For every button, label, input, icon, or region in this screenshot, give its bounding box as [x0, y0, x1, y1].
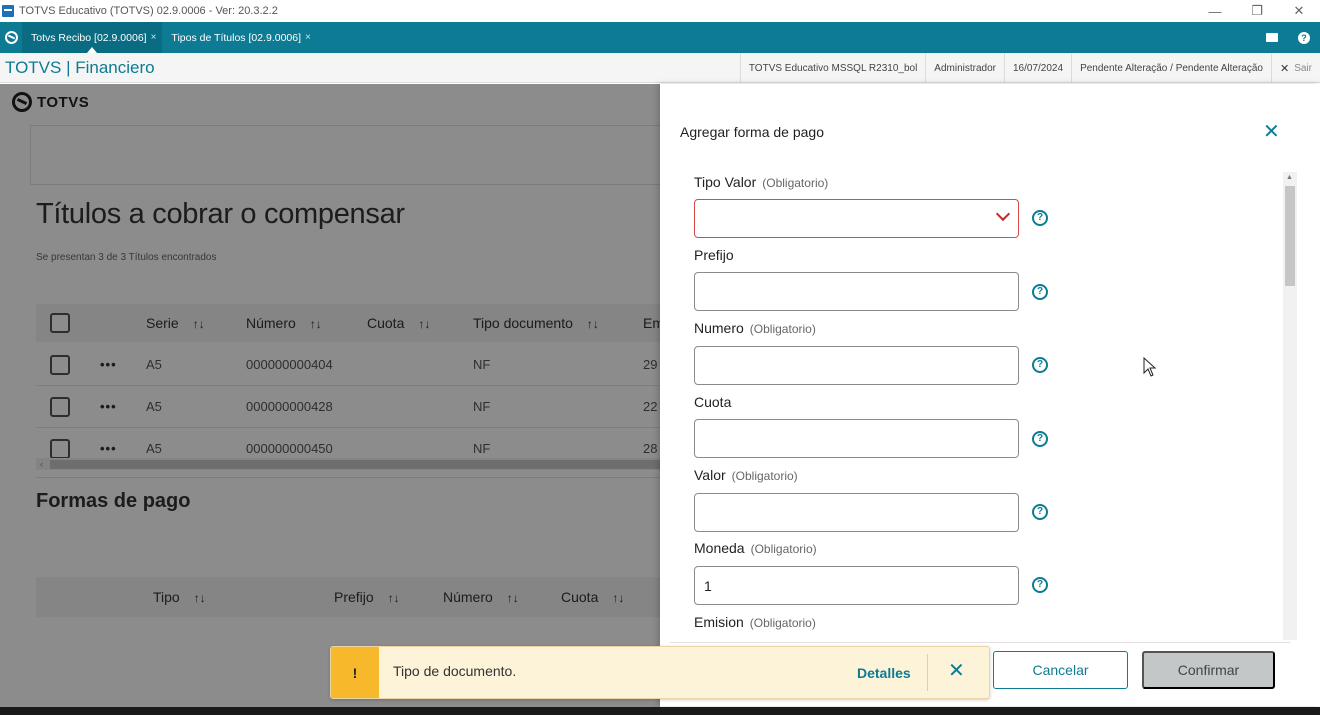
user-label: Administrador — [925, 53, 1004, 83]
label-text: Cuota — [694, 394, 732, 410]
window-title-bar: TOTVS Educativo (TOTVS) 02.9.0006 - Ver:… — [0, 0, 1320, 22]
window-close-button[interactable]: ✕ — [1278, 0, 1320, 22]
warning-toast: ! Tipo de documento. Detalles ✕ — [330, 646, 990, 699]
close-icon: ✕ — [1279, 62, 1290, 75]
help-icon[interactable]: ? — [1032, 577, 1048, 593]
divider — [927, 654, 928, 691]
module-header: TOTVS | Financiero TOTVS Educativo MSSQL… — [0, 53, 1320, 83]
session-info: TOTVS Educativo MSSQL R2310_bol Administ… — [739, 53, 1320, 83]
help-icon: ? — [1298, 31, 1310, 44]
numero-input[interactable] — [694, 346, 1019, 385]
help-icon[interactable]: ? — [1032, 284, 1048, 300]
cuota-input[interactable] — [694, 419, 1019, 458]
exit-label: Sair — [1294, 62, 1312, 74]
tipo-valor-select[interactable] — [694, 199, 1019, 238]
tab-label: Totvs Recibo [02.9.0006] — [31, 31, 147, 44]
date-label: 16/07/2024 — [1004, 53, 1071, 83]
drawer-vertical-scrollbar[interactable]: ▲ — [1283, 172, 1297, 640]
app-window: TOTVS Educativo (TOTVS) 02.9.0006 - Ver:… — [0, 0, 1320, 715]
totvs-logo-icon — [4, 31, 18, 44]
moneda-input[interactable]: 1 — [694, 566, 1019, 605]
required-tag: (Obligatorio) — [731, 469, 798, 483]
drawer-close-icon[interactable]: ✕ — [1263, 122, 1280, 142]
taskbar-edge — [0, 707, 1320, 715]
required-tag: (Obligatorio) — [762, 176, 829, 190]
add-payment-drawer: Agregar forma de pago ✕ Tipo Valor (Oblig… — [660, 84, 1320, 706]
home-button[interactable] — [0, 22, 22, 53]
mail-icon — [1266, 33, 1278, 42]
required-tag: (Obligatorio) — [750, 542, 817, 556]
tab-totvs-recibo[interactable]: Totvs Recibo [02.9.0006] × — [22, 22, 163, 53]
minimize-button[interactable]: — — [1194, 0, 1236, 22]
drawer-title: Agregar forma de pago — [680, 124, 824, 140]
help-button[interactable]: ? — [1288, 31, 1320, 44]
divider — [670, 642, 1290, 643]
tab-bar: Totvs Recibo [02.9.0006] × Tipos de Títu… — [0, 22, 1320, 53]
app-icon — [2, 5, 14, 17]
label-text: Prefijo — [694, 247, 734, 263]
toast-details-link[interactable]: Detalles — [857, 665, 911, 681]
label-text: Numero — [694, 320, 744, 336]
chevron-down-icon — [995, 206, 1011, 222]
help-icon[interactable]: ? — [1032, 357, 1048, 373]
required-tag: (Obligatorio) — [749, 616, 816, 630]
label-text: Moneda — [694, 540, 745, 556]
field-label-numero: Numero (Obligatorio) — [694, 320, 816, 336]
tabbar-actions: ? — [1256, 22, 1320, 53]
tab-close-icon[interactable]: × — [151, 32, 157, 43]
environment-label: TOTVS Educativo MSSQL R2310_bol — [739, 53, 925, 83]
warning-icon: ! — [331, 647, 379, 698]
help-icon[interactable]: ? — [1032, 210, 1048, 226]
confirm-button[interactable]: Confirmar — [1142, 651, 1275, 689]
tab-tipos-de-titulos[interactable]: Tipos de Títulos [02.9.0006] × — [162, 22, 316, 53]
window-controls: — ❐ ✕ — [1194, 0, 1320, 22]
field-label-prefijo: Prefijo — [694, 247, 734, 263]
valor-input[interactable] — [694, 493, 1019, 532]
modal-overlay[interactable] — [0, 84, 660, 715]
required-tag: (Obligatorio) — [749, 322, 816, 336]
field-label-moneda: Moneda (Obligatorio) — [694, 540, 817, 556]
cancel-button[interactable]: Cancelar — [993, 651, 1128, 689]
toast-close-icon[interactable]: ✕ — [948, 661, 965, 681]
label-text: Valor — [694, 467, 726, 483]
window-title: TOTVS Educativo (TOTVS) 02.9.0006 - Ver:… — [19, 5, 278, 17]
field-label-cuota: Cuota — [694, 394, 731, 410]
exit-button[interactable]: ✕ Sair — [1270, 53, 1320, 83]
label-text: Emision — [694, 614, 744, 630]
scrollbar-thumb[interactable] — [1285, 186, 1295, 286]
help-icon[interactable]: ? — [1032, 431, 1048, 447]
toast-message: Tipo de documento. — [393, 663, 517, 679]
scroll-up-icon[interactable]: ▲ — [1286, 174, 1293, 181]
field-label-emision: Emision (Obligatorio) — [694, 614, 816, 630]
help-icon[interactable]: ? — [1032, 504, 1048, 520]
field-label-tipo-valor: Tipo Valor (Obligatorio) — [694, 174, 828, 190]
label-text: Tipo Valor — [694, 174, 757, 190]
field-label-valor: Valor (Obligatorio) — [694, 467, 798, 483]
tab-label: Tipos de Títulos [02.9.0006] — [171, 31, 302, 44]
mail-button[interactable] — [1256, 33, 1288, 42]
module-title: TOTVS | Financiero — [5, 57, 155, 77]
status-label: Pendente Alteração / Pendente Alteração — [1071, 53, 1271, 83]
tab-close-icon[interactable]: × — [305, 32, 311, 43]
prefijo-input[interactable] — [694, 272, 1019, 311]
restore-button[interactable]: ❐ — [1236, 0, 1278, 22]
